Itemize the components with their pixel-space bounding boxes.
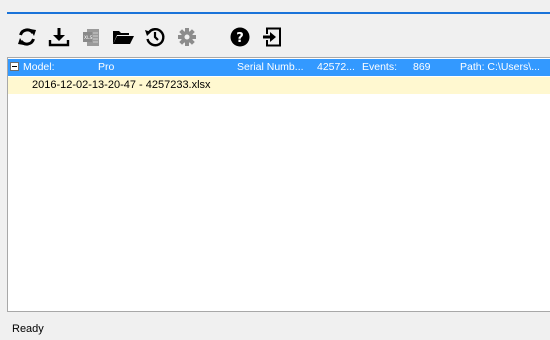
status-bar: Ready xyxy=(7,312,550,340)
serial-label: Serial Numb... xyxy=(237,61,304,73)
exit-icon xyxy=(263,27,281,47)
events-value: 869 xyxy=(413,61,431,73)
help-icon: ? xyxy=(230,27,250,47)
svg-text:XLS: XLS xyxy=(84,35,93,41)
open-folder-icon xyxy=(113,31,134,44)
top-accent-line xyxy=(7,12,550,14)
file-label: 2016-12-02-13-20-47 - 4257233.xlsx xyxy=(32,79,211,91)
open-folder-button[interactable] xyxy=(108,20,138,54)
gear-icon xyxy=(178,28,196,46)
settings-button[interactable] xyxy=(172,20,202,54)
download-button[interactable] xyxy=(44,20,74,54)
exit-button[interactable] xyxy=(257,20,287,54)
clock-icon xyxy=(145,28,165,47)
xls-file-icon: XLS xyxy=(83,29,99,46)
app-window: XLS ? Model: Pro Serial Numb... 42572...… xyxy=(0,0,550,340)
svg-text:?: ? xyxy=(236,31,244,46)
tree-row-model[interactable]: Model: Pro Serial Numb... 42572... Event… xyxy=(8,59,550,76)
path-label: Path: C:\Users\... xyxy=(460,61,540,73)
history-button[interactable] xyxy=(140,20,170,54)
tree-view[interactable]: Model: Pro Serial Numb... 42572... Event… xyxy=(7,57,550,312)
download-icon xyxy=(48,28,70,47)
events-label: Events: xyxy=(362,61,398,73)
model-label: Model: xyxy=(23,61,55,73)
refresh-button[interactable] xyxy=(12,20,42,54)
tree-row-file[interactable]: 2016-12-02-13-20-47 - 4257233.xlsx xyxy=(8,77,550,94)
status-text: Ready xyxy=(12,323,44,335)
serial-value: 42572... xyxy=(317,61,355,73)
help-button[interactable]: ? xyxy=(225,20,255,54)
toolbar: XLS ? xyxy=(12,20,550,54)
refresh-icon xyxy=(18,28,36,46)
export-xls-button[interactable]: XLS xyxy=(76,20,106,54)
collapse-toggle[interactable] xyxy=(10,62,19,71)
model-value: Pro xyxy=(98,61,115,73)
